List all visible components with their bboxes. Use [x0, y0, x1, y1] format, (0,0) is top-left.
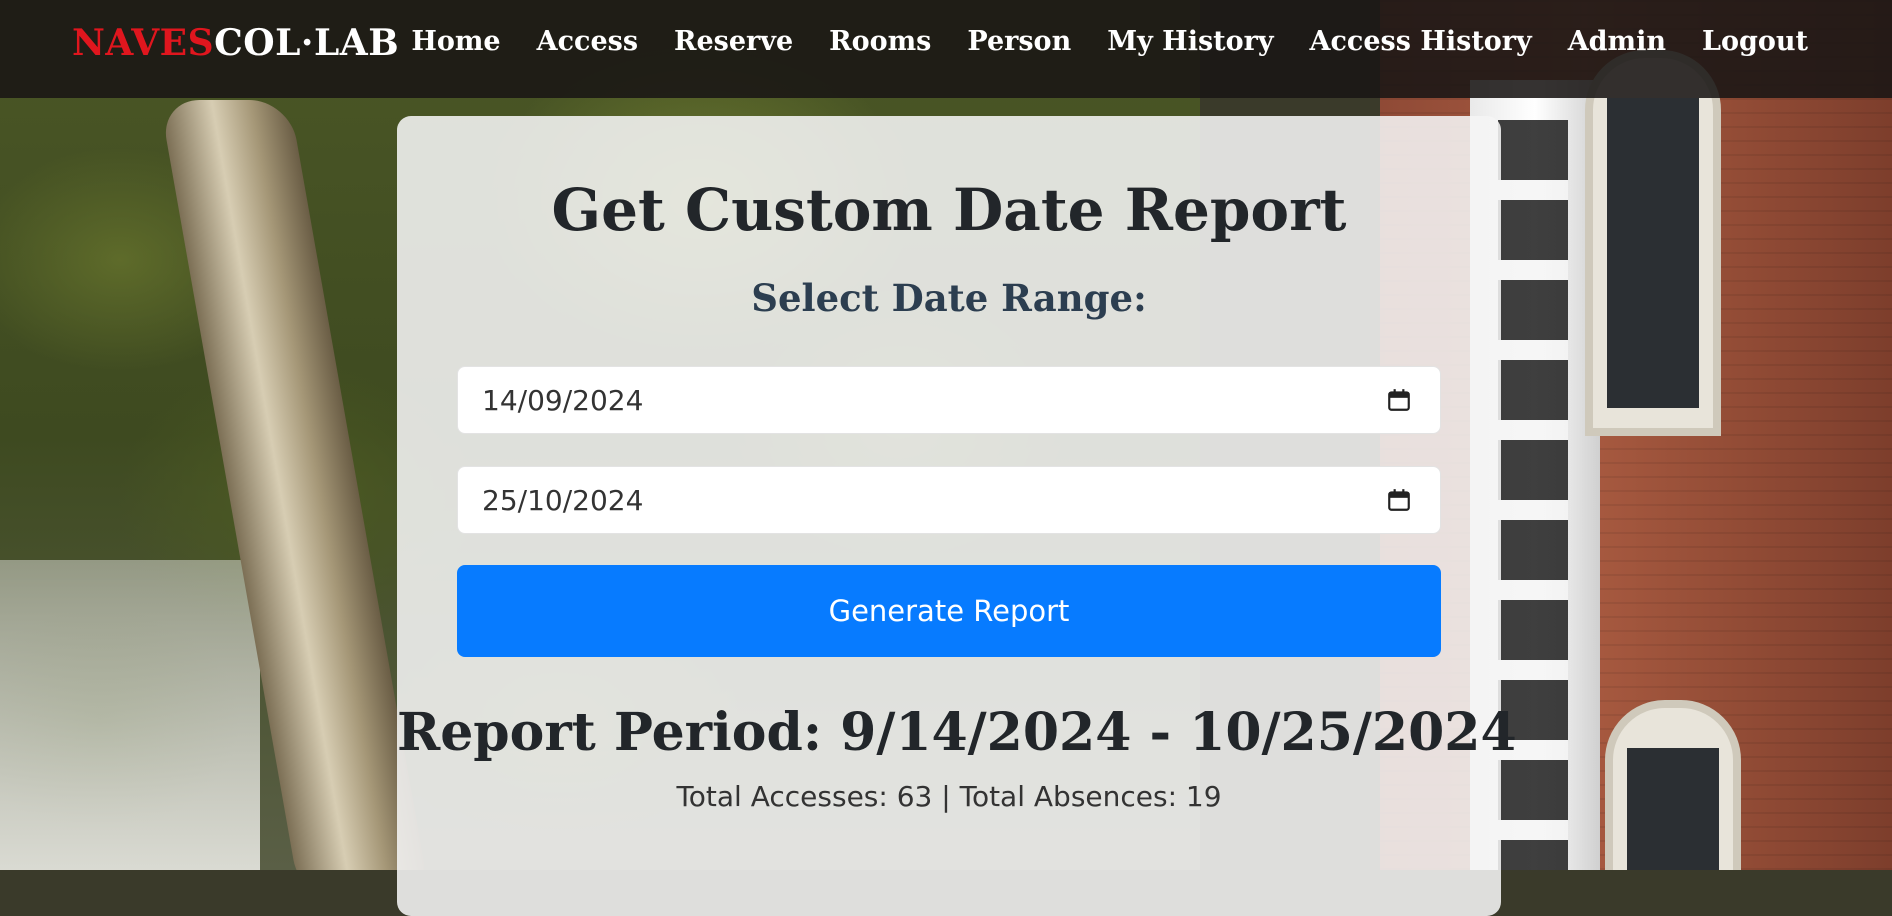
calendar-icon[interactable]: [1386, 387, 1412, 413]
brand-part-collab: COL·LAB: [214, 22, 400, 64]
nav-person[interactable]: Person: [949, 26, 1089, 57]
report-totals: Total Accesses: 63 | Total Absences: 19: [676, 780, 1222, 813]
nav-my-history[interactable]: My History: [1089, 26, 1291, 57]
start-date-value: 14/09/2024: [482, 384, 644, 417]
generate-report-button[interactable]: Generate Report: [457, 565, 1441, 657]
top-navbar: NAVESCOL·LAB Home Access Reserve Rooms P…: [0, 0, 1892, 98]
start-date-input[interactable]: 14/09/2024: [457, 366, 1441, 434]
calendar-icon[interactable]: [1386, 487, 1412, 513]
end-date-value: 25/10/2024: [482, 484, 644, 517]
nav-logout[interactable]: Logout: [1684, 26, 1826, 57]
nav-admin[interactable]: Admin: [1550, 26, 1684, 57]
nav-links: Home Access Reserve Rooms Person My Hist…: [393, 26, 1826, 57]
nav-access-history[interactable]: Access History: [1292, 26, 1550, 57]
nav-home[interactable]: Home: [393, 26, 518, 57]
page-title: Get Custom Date Report: [551, 176, 1347, 244]
nav-rooms[interactable]: Rooms: [811, 26, 949, 57]
brand-logo[interactable]: NAVESCOL·LAB: [72, 22, 399, 64]
nav-access[interactable]: Access: [519, 26, 656, 57]
end-date-input[interactable]: 25/10/2024: [457, 466, 1441, 534]
nav-reserve[interactable]: Reserve: [656, 26, 811, 57]
report-card: Get Custom Date Report Select Date Range…: [397, 116, 1517, 916]
report-period: Report Period: 9/14/2024 - 10/25/2024: [397, 702, 1517, 763]
brand-part-naves: NAVES: [72, 22, 215, 64]
date-range-heading: Select Date Range:: [751, 276, 1147, 320]
